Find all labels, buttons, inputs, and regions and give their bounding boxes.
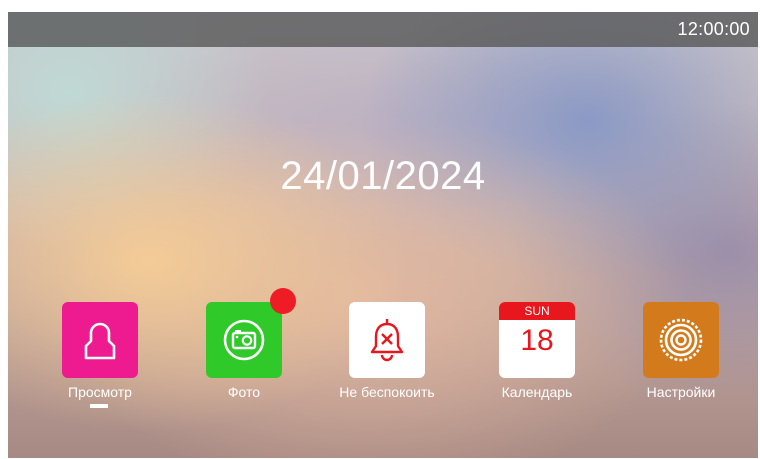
app-do-not-disturb[interactable]: Не беспокоить [317,302,457,422]
camera-icon[interactable] [206,302,282,378]
app-label-do-not-disturb: Не беспокоить [339,384,435,400]
user-icon[interactable] [62,302,138,378]
app-label-calendar: Календарь [501,384,573,400]
app-dock: Просмотр Фото Не беспокоить SUN 18 Кален… [8,288,758,422]
app-view[interactable]: Просмотр [30,302,170,422]
status-clock: 12:00:00 [677,19,750,39]
home-screen: 12:00:00 24/01/2024 Просмотр Фото Не бес… [8,12,758,458]
notification-badge [270,288,296,314]
settings-icon[interactable] [643,302,719,378]
status-bar: 12:00:00 [8,12,758,47]
app-photo[interactable]: Фото [174,288,314,422]
calendar-icon[interactable]: SUN 18 [499,302,575,378]
calendar-day: 18 [520,324,554,357]
focus-indicator [90,404,108,408]
home-date: 24/01/2024 [280,154,486,198]
bell-muted-icon[interactable] [349,302,425,378]
app-settings[interactable]: Настройки [611,302,751,422]
app-label-view: Просмотр [68,384,132,400]
app-label-photo: Фото [227,384,261,400]
app-calendar[interactable]: SUN 18 Календарь [467,302,607,422]
app-label-settings: Настройки [646,384,716,400]
calendar-weekday: SUN [499,302,575,320]
